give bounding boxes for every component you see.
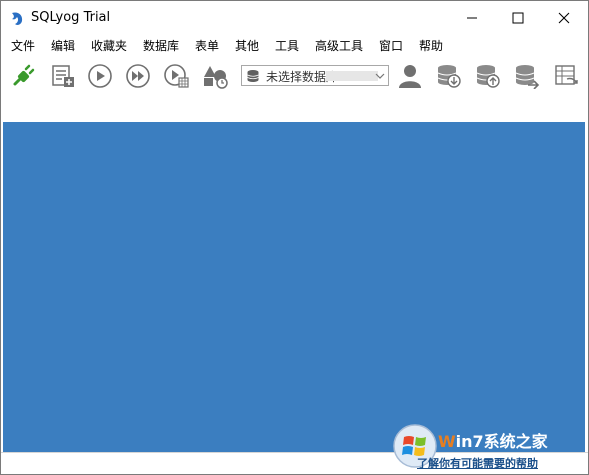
dolphin-logo-icon (12, 12, 23, 25)
execute-query-button[interactable] (85, 61, 115, 91)
new-connection-icon (13, 64, 35, 86)
execute-all-queries-icon (126, 64, 150, 88)
status-help-link[interactable]: 了解你有可能需要的帮助 (417, 455, 538, 471)
database-select[interactable]: 未选择数据库 (241, 65, 389, 86)
copy-database-icon (515, 65, 540, 89)
database-icon (247, 70, 259, 82)
menu-window[interactable]: 窗口 (379, 37, 403, 54)
execute-query-icon (88, 64, 112, 88)
app-window: SQLyog Trial 文件 编辑 收藏夹 数据库 表单 其他 工具 高级工具… (0, 0, 589, 475)
create-object-button[interactable] (200, 61, 230, 91)
watermark-text: Win7系统之家 (438, 432, 548, 451)
backup-database-button[interactable] (434, 61, 464, 91)
create-object-icon (204, 66, 228, 89)
menu-favorites[interactable]: 收藏夹 (91, 37, 127, 54)
minimize-button[interactable] (449, 1, 495, 35)
workspace-area (3, 122, 585, 452)
minimize-icon (467, 17, 477, 19)
chevron-down-icon[interactable] (375, 71, 385, 81)
menu-power-tools[interactable]: 高级工具 (315, 37, 363, 54)
restore-database-icon (476, 65, 500, 88)
menu-file[interactable]: 文件 (11, 37, 35, 54)
schema-sync-icon (555, 65, 578, 85)
menu-database[interactable]: 数据库 (143, 37, 179, 54)
new-query-editor-icon (52, 65, 74, 87)
menu-tools[interactable]: 工具 (275, 37, 299, 54)
backup-database-icon (437, 65, 461, 88)
user-manager-icon (399, 65, 421, 88)
menu-edit[interactable]: 编辑 (51, 37, 75, 54)
menu-others[interactable]: 其他 (235, 37, 259, 54)
close-button[interactable] (541, 1, 587, 35)
schema-sync-button[interactable] (551, 61, 581, 91)
menu-table[interactable]: 表单 (195, 37, 219, 54)
maximize-button[interactable] (495, 1, 541, 35)
window-title: SQLyog Trial (31, 10, 111, 25)
database-select-blur (326, 71, 378, 81)
restore-database-button[interactable] (473, 61, 503, 91)
user-manager-button[interactable] (395, 61, 425, 91)
new-connection-button[interactable] (8, 61, 38, 91)
close-icon (558, 12, 570, 24)
execute-and-edit-icon (164, 64, 189, 88)
menu-help[interactable]: 帮助 (419, 37, 443, 54)
title-bar: SQLyog Trial (1, 1, 588, 35)
execute-and-edit-button[interactable] (161, 61, 191, 91)
new-query-editor-button[interactable] (48, 61, 78, 91)
execute-all-queries-button[interactable] (123, 61, 153, 91)
copy-database-button[interactable] (512, 61, 542, 91)
menu-bar: 文件 编辑 收藏夹 数据库 表单 其他 工具 高级工具 窗口 帮助 (1, 35, 588, 55)
maximize-icon (512, 12, 524, 24)
